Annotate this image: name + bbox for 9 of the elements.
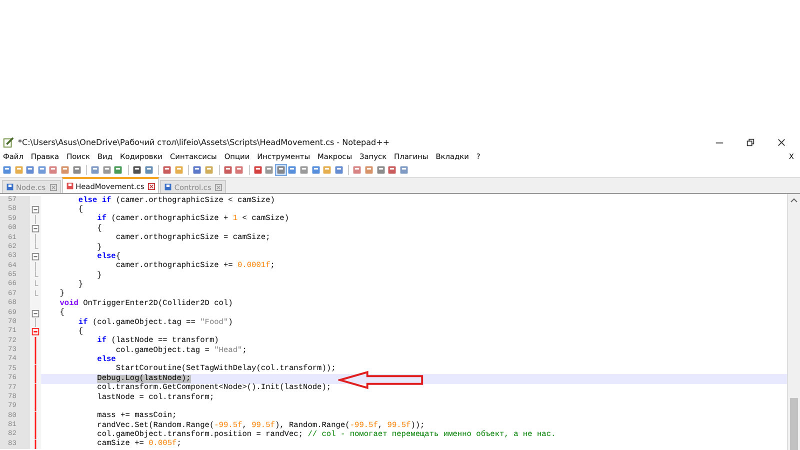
restore-icon[interactable]: [746, 138, 755, 147]
window-title: *C:\Users\Asus\OneDrive\Рабочий стол\lifeio\Assets\Scripts\HeadMovement.cs - Notepad++: [18, 138, 390, 147]
scrollbar-thumb[interactable]: [790, 398, 798, 450]
file-icon: [6, 183, 14, 191]
close-icon[interactable]: [777, 138, 786, 147]
scroll-up-icon[interactable]: [790, 197, 798, 203]
close-tab-icon[interactable]: [148, 182, 156, 190]
file-icon: [164, 183, 172, 191]
file-icon: [66, 182, 74, 190]
